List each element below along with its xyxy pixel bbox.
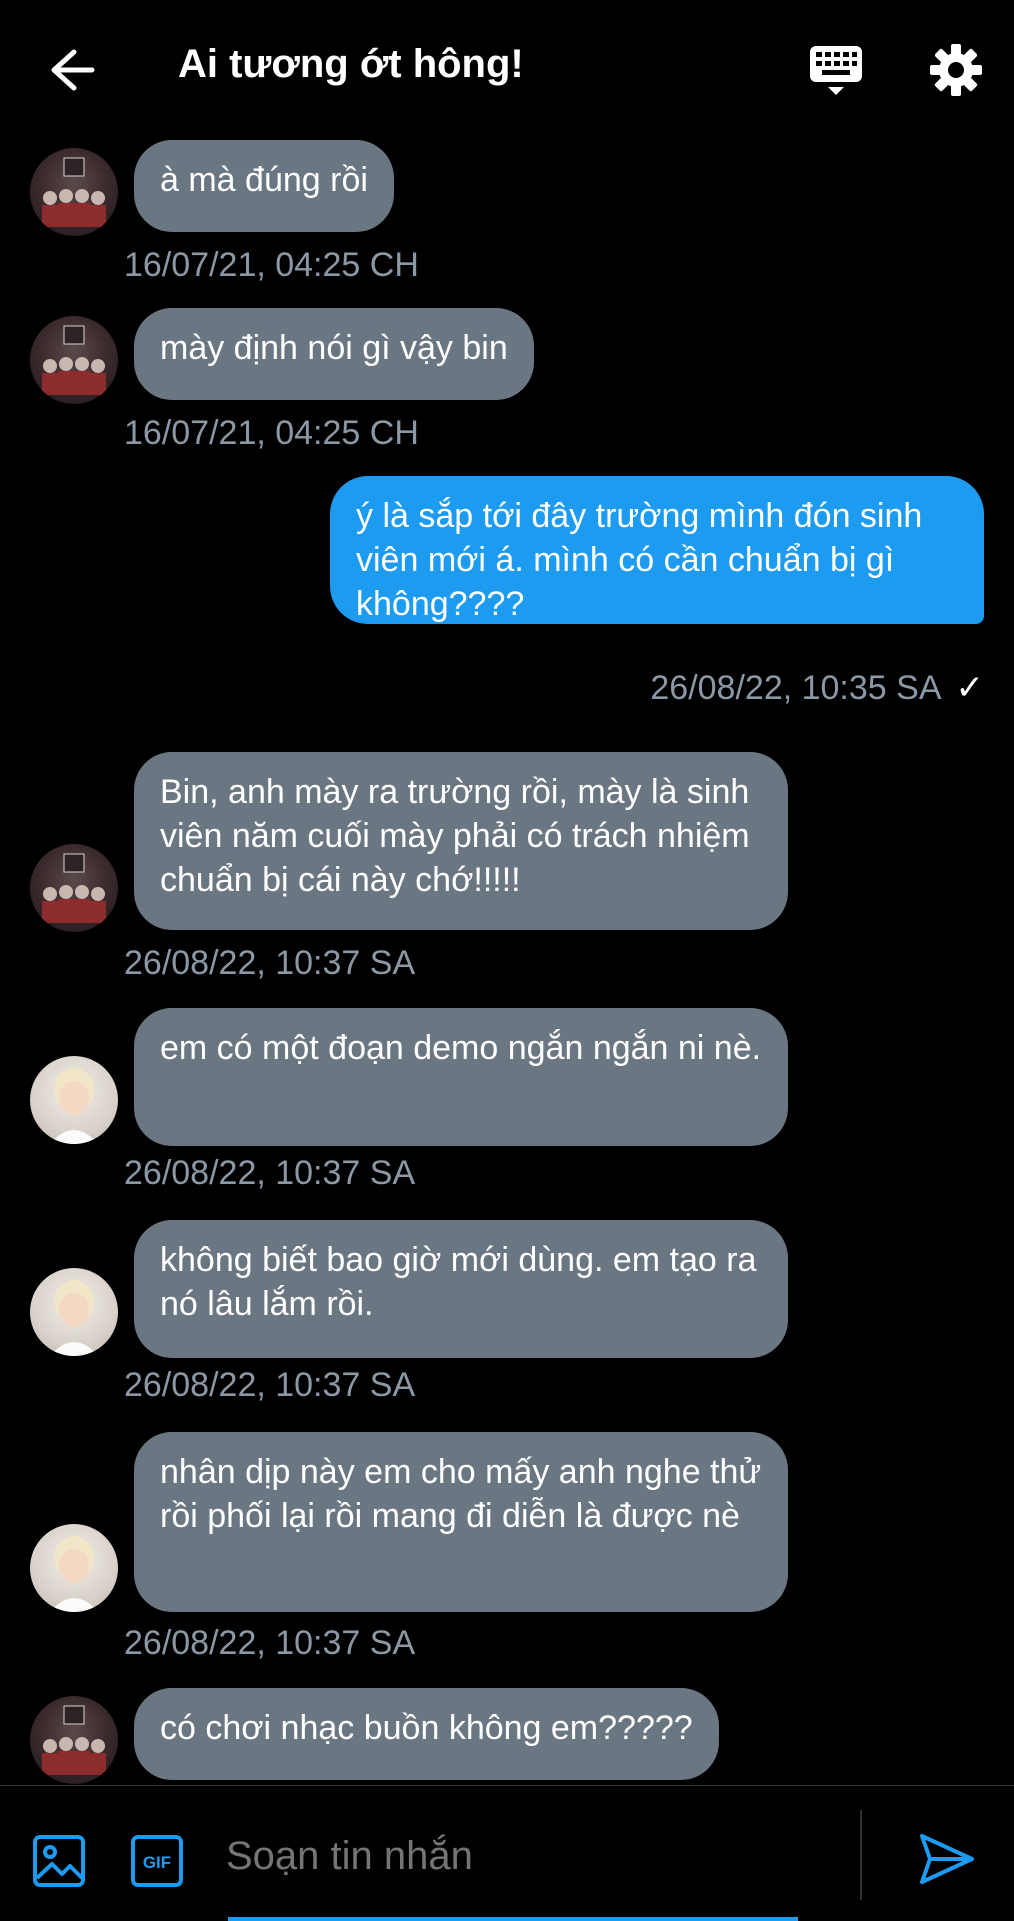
sent-check-icon: ✓ — [955, 669, 985, 707]
message-timestamp: 16/07/21, 04:25 CH — [124, 414, 419, 452]
composer-divider — [860, 1810, 862, 1900]
message-text: có chơi nhạc buồn không em????? — [160, 1709, 693, 1747]
message-timestamp: 26/08/22, 10:37 SA — [124, 944, 416, 982]
media-button[interactable] — [32, 1834, 86, 1888]
gif-icon: GIF — [131, 1835, 183, 1887]
group-photo-icon — [42, 157, 106, 227]
send-icon — [920, 1834, 974, 1884]
timestamp-text: 26/08/22, 10:35 SA — [650, 669, 942, 707]
message-bubble[interactable]: à mà đúng rồi — [134, 140, 394, 232]
image-icon — [33, 1835, 85, 1887]
message-bubble[interactable]: nhân dịp này em cho mấy anh nghe thử rồi… — [134, 1432, 788, 1612]
message-input[interactable] — [210, 1816, 850, 1896]
message-timestamp: 26/08/22, 10:37 SA — [124, 1366, 416, 1404]
message-bubble-outgoing[interactable]: ý là sắp tới đây trường mình đón sinh vi… — [330, 476, 984, 624]
gear-icon — [930, 44, 982, 96]
person-photo-icon — [50, 1536, 98, 1612]
keyboard-button[interactable] — [806, 40, 866, 100]
message-bubble[interactable]: không biết bao giờ mới dùng. em tạo ra n… — [134, 1220, 788, 1358]
person-photo-icon — [50, 1068, 98, 1144]
avatar[interactable] — [30, 844, 118, 932]
message-timestamp: 26/08/22, 10:35 SA ✓ — [650, 668, 984, 708]
avatar[interactable] — [30, 316, 118, 404]
settings-button[interactable] — [928, 42, 984, 98]
avatar[interactable] — [30, 1268, 118, 1356]
group-photo-icon — [42, 1705, 106, 1775]
gif-button[interactable]: GIF — [130, 1834, 184, 1888]
message-text: nhân dịp này em cho mấy anh nghe thử rồi… — [160, 1453, 762, 1535]
person-photo-icon — [50, 1280, 98, 1356]
avatar[interactable] — [30, 148, 118, 236]
conversation-title: Ai tương ớt hông! — [178, 42, 524, 86]
message-text: không biết bao giờ mới dùng. em tạo ra n… — [160, 1241, 757, 1323]
group-photo-icon — [42, 325, 106, 395]
message-timestamp: 26/08/22, 10:37 SA — [124, 1624, 416, 1662]
message-bubble[interactable]: có chơi nhạc buồn không em????? — [134, 1688, 719, 1780]
arrow-left-icon — [51, 49, 95, 91]
message-timestamp: 26/08/22, 10:37 SA — [124, 1154, 416, 1192]
message-text: à mà đúng rồi — [160, 161, 368, 199]
avatar[interactable] — [30, 1056, 118, 1144]
back-button[interactable] — [38, 40, 98, 100]
avatar[interactable] — [30, 1524, 118, 1612]
message-bubble[interactable]: em có một đoạn demo ngắn ngắn ni nè. — [134, 1008, 788, 1146]
gif-label: GIF — [143, 1853, 171, 1872]
composer: GIF — [0, 1785, 1014, 1921]
avatar[interactable] — [30, 1696, 118, 1784]
message-bubble[interactable]: mày định nói gì vậy bin — [134, 308, 534, 400]
top-bar: Ai tương ớt hông! — [0, 0, 1014, 140]
message-text: ý là sắp tới đây trường mình đón sinh vi… — [356, 497, 923, 623]
message-timestamp: 16/07/21, 04:25 CH — [124, 246, 419, 284]
message-bubble[interactable]: Bin, anh mày ra trường rồi, mày là sinh … — [134, 752, 788, 930]
message-text: mày định nói gì vậy bin — [160, 329, 508, 367]
input-focus-underline — [228, 1917, 798, 1921]
message-text: em có một đoạn demo ngắn ngắn ni nè. — [160, 1029, 762, 1067]
message-list[interactable]: à mà đúng rồi 16/07/21, 04:25 CH mày địn… — [0, 140, 1014, 1785]
message-text: Bin, anh mày ra trường rồi, mày là sinh … — [160, 773, 750, 899]
keyboard-icon — [810, 46, 862, 95]
group-photo-icon — [42, 853, 106, 923]
send-button[interactable] — [916, 1828, 978, 1890]
